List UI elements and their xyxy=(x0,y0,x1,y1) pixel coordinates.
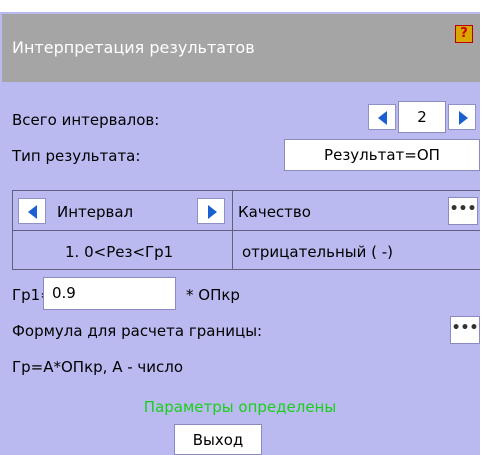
title-bar: Интерпретация результатов xyxy=(2,14,480,82)
table-cell-quality[interactable]: отрицательный ( -) xyxy=(242,243,393,261)
formula-options-button[interactable]: ••• xyxy=(450,316,480,344)
result-type-button[interactable]: Результат=ОП xyxy=(284,139,480,171)
table-cell-interval[interactable]: 1. 0<Рез<Гр1 xyxy=(65,243,173,261)
window-title: Интерпретация результатов xyxy=(12,38,255,57)
result-type-label: Тип результата: xyxy=(12,147,141,165)
gr1-input[interactable]: 0.9 xyxy=(43,277,176,310)
formula-text: Гр=А*ОПкр, А - число xyxy=(12,358,184,376)
interval-prev-button[interactable] xyxy=(18,198,46,224)
column-header-interval: Интервал xyxy=(57,203,134,221)
column-header-quality: Качество xyxy=(238,203,311,221)
intervals-decrement-button[interactable] xyxy=(368,104,396,130)
status-message: Параметры определены xyxy=(143,398,337,416)
formula-label: Формула для расчета границы: xyxy=(12,322,263,340)
intervals-label: Всего интервалов: xyxy=(12,111,160,129)
help-icon[interactable]: ? xyxy=(455,25,473,43)
quality-options-button[interactable]: ••• xyxy=(448,197,478,225)
arrow-right-icon xyxy=(208,205,217,219)
intervals-value: 2 xyxy=(398,101,446,133)
interval-next-button[interactable] xyxy=(197,198,225,224)
arrow-left-icon xyxy=(28,205,37,219)
gr1-suffix: * ОПкр xyxy=(186,286,240,304)
arrow-right-icon xyxy=(459,111,468,125)
exit-button[interactable]: Выход xyxy=(174,424,262,455)
arrow-left-icon xyxy=(378,111,387,125)
intervals-increment-button[interactable] xyxy=(448,104,476,130)
